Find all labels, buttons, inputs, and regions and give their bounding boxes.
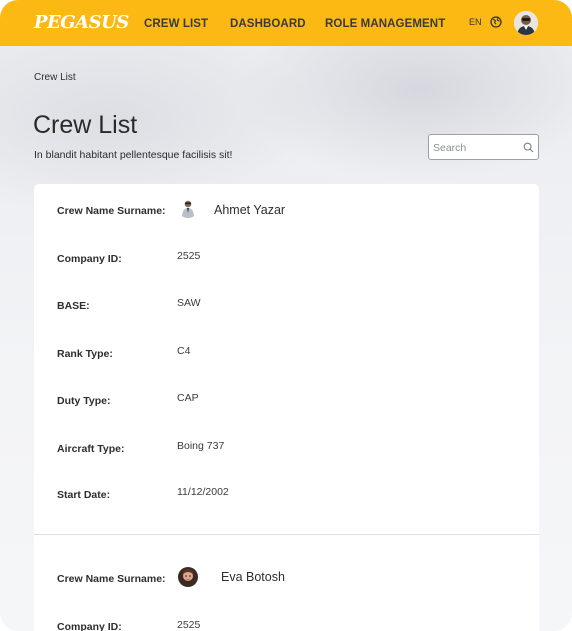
nav-role-management[interactable]: ROLE MANAGEMENT — [325, 18, 445, 30]
label-rank-type: Rank Type: — [57, 348, 113, 360]
crew-card: Crew Name Surname: Ahmet Yazar Company I… — [34, 184, 539, 631]
value-aircraft-type: Boing 737 — [177, 440, 225, 452]
value-start-date: 11/12/2002 — [177, 486, 229, 498]
nav-dashboard[interactable]: DASHBOARD — [230, 18, 306, 30]
label-crew-name: Crew Name Surname: — [57, 205, 166, 217]
value-rank-type: C4 — [177, 345, 191, 357]
value-company-id: 2525 — [177, 250, 201, 262]
label-start-date: Start Date: — [57, 489, 111, 501]
nav-crew-list[interactable]: CREW LIST — [144, 18, 208, 30]
pegasus-logo[interactable]: PEGASUS — [34, 12, 129, 33]
label-base: BASE: — [57, 300, 90, 312]
value-base: SAW — [177, 297, 201, 309]
label-company-id: Company ID: — [57, 253, 122, 265]
page-title: Crew List — [33, 111, 138, 139]
crew-avatar-icon — [178, 198, 198, 218]
app-frame: PEGASUS CREW LIST DASHBOARD ROLE MANAGEM… — [0, 0, 572, 631]
search-input[interactable] — [433, 139, 519, 156]
top-navbar: PEGASUS CREW LIST DASHBOARD ROLE MANAGEM… — [0, 0, 572, 46]
crew-avatar-icon — [178, 567, 198, 587]
search-box[interactable] — [428, 134, 539, 160]
crew-divider — [34, 534, 539, 535]
value-duty-type: CAP — [177, 392, 199, 404]
user-avatar-icon[interactable] — [514, 11, 538, 35]
globe-icon[interactable] — [490, 16, 502, 28]
label-aircraft-type: Aircraft Type: — [57, 443, 125, 455]
label-crew-name: Crew Name Surname: — [57, 573, 166, 585]
page-subtitle: In blandit habitant pellentesque facilis… — [34, 149, 233, 161]
crew-name[interactable]: Ahmet Yazar — [214, 203, 285, 217]
value-company-id: 2525 — [177, 619, 201, 631]
label-company-id: Company ID: — [57, 621, 122, 631]
crew-name[interactable]: Eva Botosh — [221, 570, 285, 584]
label-duty-type: Duty Type: — [57, 395, 111, 407]
language-selector[interactable]: EN — [469, 17, 482, 27]
search-icon[interactable] — [523, 142, 534, 153]
breadcrumb[interactable]: Crew List — [34, 72, 76, 83]
